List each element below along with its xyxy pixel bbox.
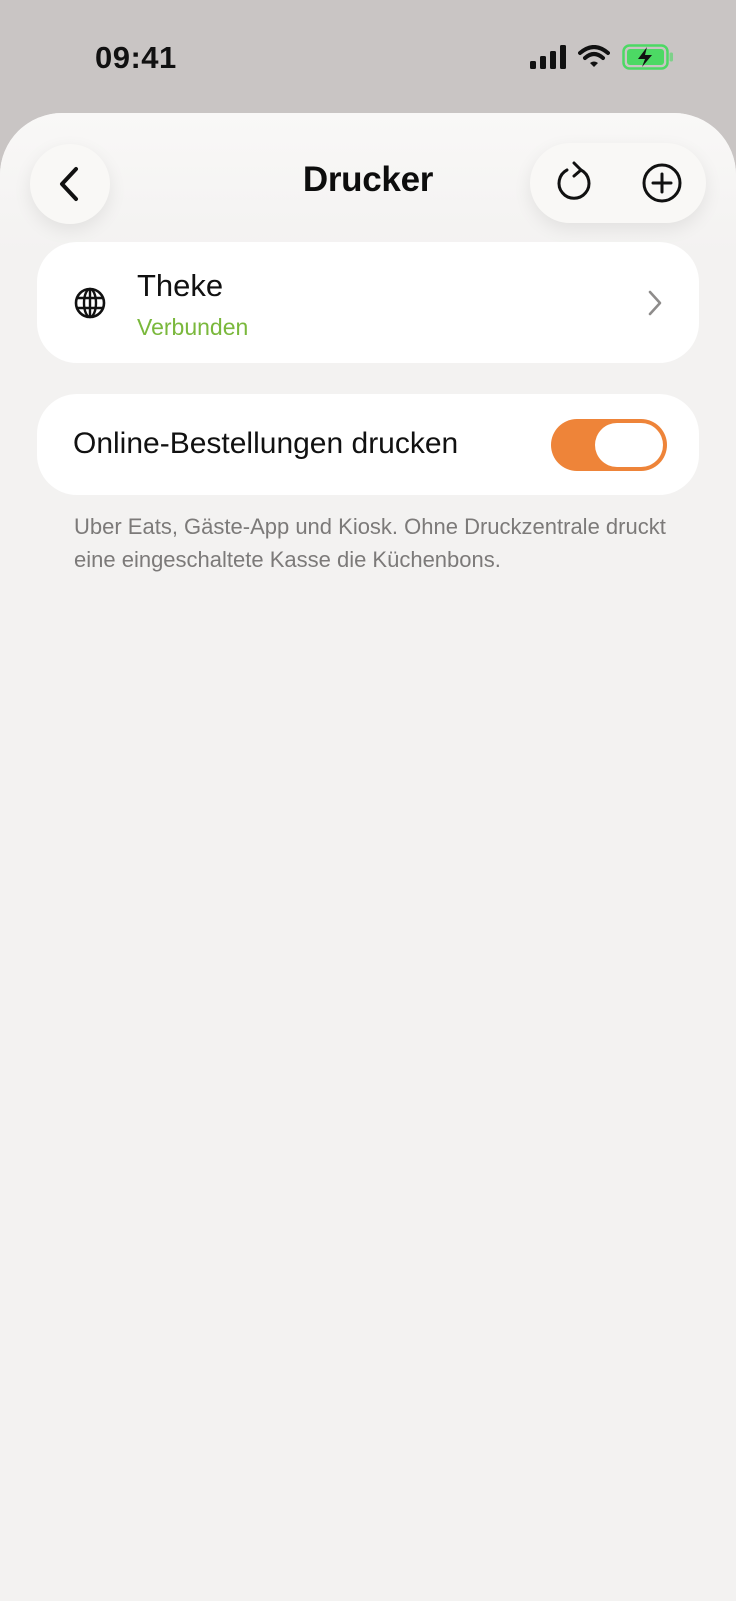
- refresh-icon: [557, 161, 591, 200]
- printer-name: Theke: [137, 268, 224, 303]
- chevron-right-icon: [648, 290, 662, 316]
- globe-icon: [74, 287, 106, 319]
- status-time: 09:41: [95, 40, 177, 75]
- refresh-button[interactable]: [544, 153, 604, 213]
- cellular-signal-icon: [530, 45, 566, 69]
- printers-sheet: Drucker Theke Verbunden Online-Bestellun…: [0, 113, 736, 1601]
- wifi-icon: [578, 45, 610, 67]
- printer-list-item[interactable]: Theke Verbunden: [37, 242, 699, 363]
- plus-circle-icon: [642, 163, 682, 203]
- printer-status: Verbunden: [137, 314, 249, 340]
- toggle-knob: [595, 423, 663, 467]
- online-orders-label: Online-Bestellungen drucken: [73, 427, 459, 460]
- header-actions: [530, 143, 706, 223]
- add-printer-button[interactable]: [632, 153, 692, 213]
- status-icons: [530, 44, 674, 70]
- status-bar: 09:41: [0, 0, 736, 112]
- online-orders-footnote: Uber Eats, Gäste-App und Kiosk. Ohne Dru…: [74, 514, 666, 572]
- online-orders-setting: Online-Bestellungen drucken: [37, 394, 699, 495]
- online-orders-toggle[interactable]: [551, 419, 667, 471]
- battery-charging-icon: [622, 44, 673, 70]
